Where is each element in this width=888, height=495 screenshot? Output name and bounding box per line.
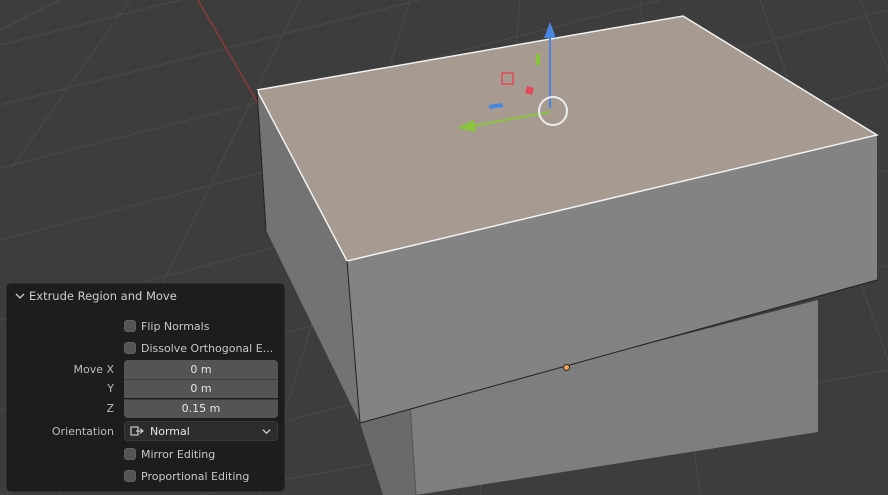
flip-normals-checkbox[interactable] [124,320,136,332]
move-y-label: Y [107,381,114,395]
orientation-normal-icon [130,426,144,436]
orientation-dropdown[interactable]: Normal [124,421,278,441]
mirror-editing-checkbox[interactable] [124,448,136,460]
proportional-editing-row[interactable]: Proportional Editing [7,466,284,486]
dissolve-orthogonal-row[interactable]: Dissolve Orthogonal E... [7,338,284,358]
move-y-row: Y 0 m [7,378,284,398]
move-z-field[interactable]: 0.15 m [124,398,278,418]
mirror-editing-label: Mirror Editing [141,447,216,461]
dissolve-orthogonal-checkbox[interactable] [124,342,136,354]
flip-normals-label: Flip Normals [141,319,210,333]
operator-panel[interactable]: Extrude Region and Move Flip Normals Dis… [6,283,285,492]
orientation-value: Normal [150,424,190,438]
operator-panel-title: Extrude Region and Move [29,289,177,303]
move-x-field[interactable]: 0 m [124,359,278,379]
move-y-field[interactable]: 0 m [124,378,278,398]
orientation-row: Orientation Normal [7,421,284,441]
move-z-label: Z [106,401,114,415]
chevron-down-icon[interactable] [15,291,25,301]
mirror-editing-row[interactable]: Mirror Editing [7,444,284,464]
proportional-editing-checkbox[interactable] [124,470,136,482]
operator-panel-header[interactable]: Extrude Region and Move [7,284,284,308]
flip-normals-row[interactable]: Flip Normals [7,316,284,336]
chevron-down-icon [262,428,271,434]
origin-point-icon [563,364,570,371]
move-x-row: Move X 0 m [7,359,284,379]
move-x-label: Move X [73,362,114,376]
move-z-row: Z 0.15 m [7,398,284,418]
dissolve-orthogonal-label: Dissolve Orthogonal E... [141,341,274,355]
orientation-label: Orientation [51,424,114,438]
gizmo-y-plane-icon[interactable] [536,54,540,65]
proportional-editing-label: Proportional Editing [141,469,250,483]
